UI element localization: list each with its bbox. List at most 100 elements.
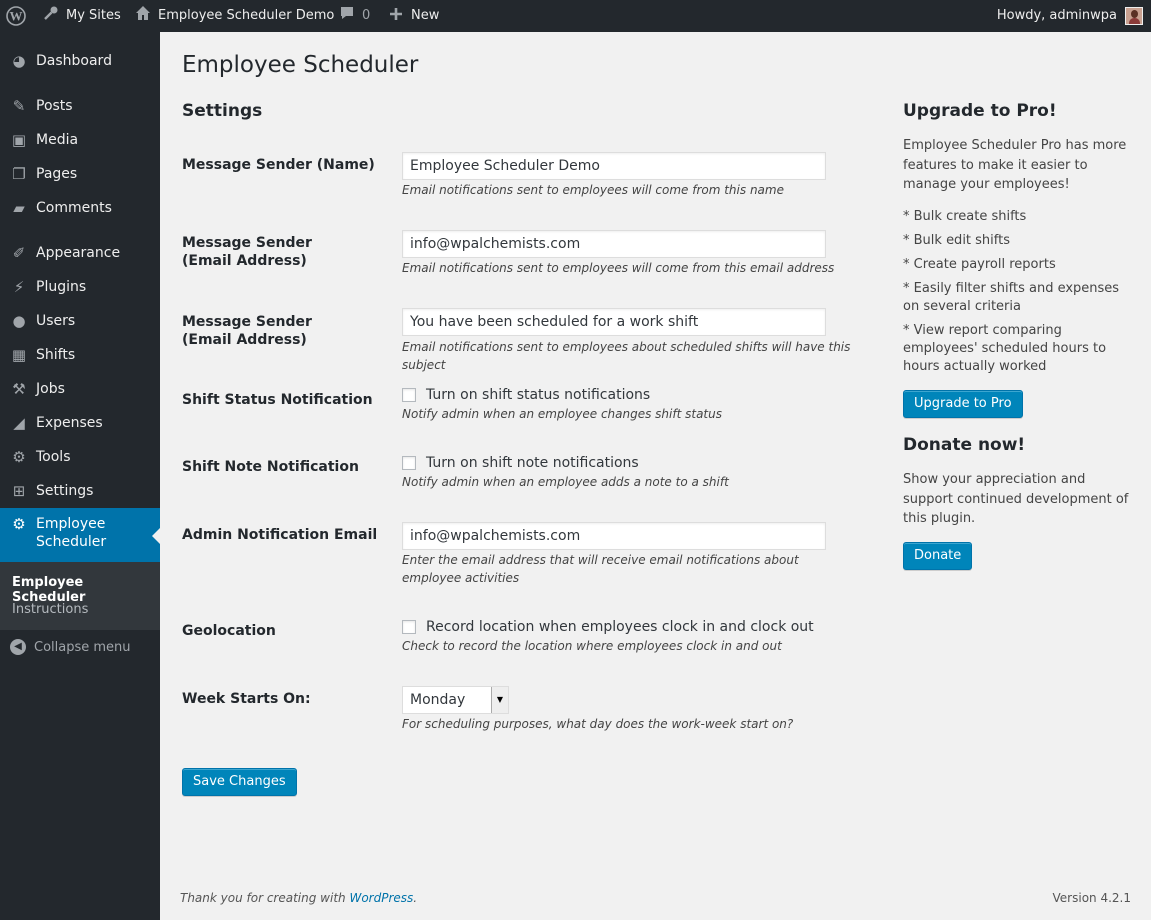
howdy-label: Howdy, adminwpa [996,8,1117,23]
sidebar-item-media[interactable]: ▣ Media [0,123,160,157]
shift-note-description: Notify admin when an employee adds a not… [402,475,729,489]
chart-icon: ◢ [13,414,25,432]
comments-icon: ▰ [13,199,25,217]
admin-email-description: Enter the email address that will receiv… [402,553,799,585]
calendar-icon: ▦ [11,346,27,364]
sidebar-item-label: Shifts [36,347,76,363]
geolocation-option: Record location when employees clock in … [402,619,814,635]
sidebar-item-appearance[interactable]: ✐ Appearance [0,236,160,270]
admin-email-input[interactable] [402,522,826,550]
shift-status-label: Shift Status Notification [182,392,373,408]
sidebar-item-label: Jobs [36,381,65,397]
sidebar-item-pages[interactable]: ❐ Pages [0,157,160,191]
media-icon: ▣ [11,131,27,149]
sidebar-item-comments[interactable]: ▰ Comments [0,191,160,225]
site-name-menu[interactable]: Employee Scheduler Demo [134,0,334,32]
sidebar-item-shifts[interactable]: ▦ Shifts [0,338,160,372]
dropdown-arrow-icon: ▼ [491,687,508,713]
comment-bubble-icon [338,0,356,32]
upgrade-text: Employee Scheduler Pro has more features… [903,138,1127,192]
sidebar-item-label: Media [36,132,79,148]
settings-icon: ⊞ [12,482,26,500]
list-item: * Easily filter shifts and expenses on s… [903,281,1120,314]
sidebar-item-label: Plugins [36,279,87,295]
geolocation-checkbox[interactable] [402,620,416,634]
shift-status-checkbox-label[interactable]: Turn on shift status notifications [426,387,650,403]
pin-icon: ✎ [12,97,26,115]
sidebar-item-tools[interactable]: ⚙ Tools [0,440,160,474]
wordpress-logo-icon[interactable]: W [6,0,26,32]
sidebar-item-label: Dashboard [36,53,112,69]
admin-email-label: Admin Notification Email [182,527,378,543]
comments-menu[interactable]: 0 [338,0,370,32]
upgrade-heading: Upgrade to Pro! [903,101,1057,121]
user-icon: ● [12,312,26,330]
home-icon [134,0,152,32]
my-sites-label: My Sites [66,8,121,23]
comments-count: 0 [362,8,371,23]
shift-status-description: Notify admin when an employee changes sh… [402,407,722,421]
dashboard-icon: ◕ [12,52,26,70]
donate-heading: Donate now! [903,435,1026,455]
week-start-label: Week Starts On: [182,691,311,707]
avatar [1125,7,1143,25]
geolocation-description: Check to record the location where emplo… [402,639,782,653]
donate-button[interactable]: Donate [903,542,973,570]
pages-icon: ❐ [12,165,26,183]
sidebar-item-plugins[interactable]: ⚡ Plugins [0,270,160,304]
wordpress-link[interactable]: WordPress [349,891,413,905]
main-content: Employee Scheduler Settings Message Send… [160,32,1151,920]
account-menu[interactable]: Howdy, adminwpa [997,0,1143,32]
shift-status-option: Turn on shift status notifications [402,387,650,403]
collapse-menu-button[interactable]: ◀ Collapse menu [10,639,131,655]
sidebar-item-jobs[interactable]: ⚒ Jobs [0,372,160,406]
my-sites-menu[interactable]: My Sites [42,0,121,32]
list-item: * View report comparing employees' sched… [903,323,1107,374]
footer-thanks: Thank you for creating with WordPress. [180,891,417,905]
page-title: Employee Scheduler [182,52,419,78]
subject-input[interactable] [402,308,826,336]
hammer-icon: ⚒ [12,380,26,398]
sidebar-item-expenses[interactable]: ◢ Expenses [0,406,160,440]
sidebar-item-label: Appearance [36,245,121,261]
footer-thanks-text: Thank you for creating with [180,891,346,905]
donate-text: Show your appreciation and support conti… [903,472,1129,526]
save-changes-button[interactable]: Save Changes [182,768,297,796]
subject-label: Message Sender (Email Address) [182,314,312,348]
list-item: * Bulk create shifts [903,209,1027,224]
footer-thanks-suffix: . [413,891,418,905]
pro-features-list: * Bulk create shifts * Bulk edit shifts … [903,208,1139,382]
shift-note-checkbox[interactable] [402,456,416,470]
sidebar-item-employee-scheduler[interactable]: ⚙ Employee Scheduler [0,508,160,562]
submenu-item-employee-scheduler[interactable]: Employee Scheduler [12,575,160,605]
gear-icon: ⚙ [12,515,26,533]
sidebar-item-posts[interactable]: ✎ Posts [0,89,160,123]
new-menu[interactable]: New [387,0,439,32]
sidebar-item-label: Expenses [36,415,103,431]
sidebar-item-label: Employee Scheduler [36,515,106,551]
sidebar-current-line2: Scheduler [36,534,107,550]
site-name-label: Employee Scheduler Demo [158,8,335,23]
sidebar-item-users[interactable]: ● Users [0,304,160,338]
submenu-item-instructions[interactable]: Instructions [12,602,88,617]
sender-email-input[interactable] [402,230,826,258]
sidebar-item-dashboard[interactable]: ◕ Dashboard [0,44,160,78]
sender-name-input[interactable] [402,152,826,180]
geolocation-checkbox-label[interactable]: Record location when employees clock in … [426,619,814,635]
week-start-value: Monday [410,692,466,708]
collapse-label: Collapse menu [34,639,131,655]
collapse-arrow-icon: ◀ [10,639,26,655]
sender-email-label: Message Sender (Email Address) [182,235,312,269]
admin-bar: W My Sites Employee Scheduler Demo 0 New… [0,0,1151,32]
settings-heading: Settings [182,101,263,121]
footer-version: Version 4.2.1 [1052,891,1131,905]
list-item: * Bulk edit shifts [903,233,1010,248]
employee-scheduler-submenu: Employee Scheduler Instructions [0,562,160,630]
shift-note-checkbox-label[interactable]: Turn on shift note notifications [426,455,639,471]
sidebar-item-label: Pages [36,166,78,182]
sidebar-item-label: Tools [36,449,71,465]
shift-status-checkbox[interactable] [402,388,416,402]
week-start-select[interactable]: Monday ▼ [402,686,509,714]
sidebar-item-settings[interactable]: ⊞ Settings [0,474,160,508]
upgrade-to-pro-button[interactable]: Upgrade to Pro [903,390,1023,418]
